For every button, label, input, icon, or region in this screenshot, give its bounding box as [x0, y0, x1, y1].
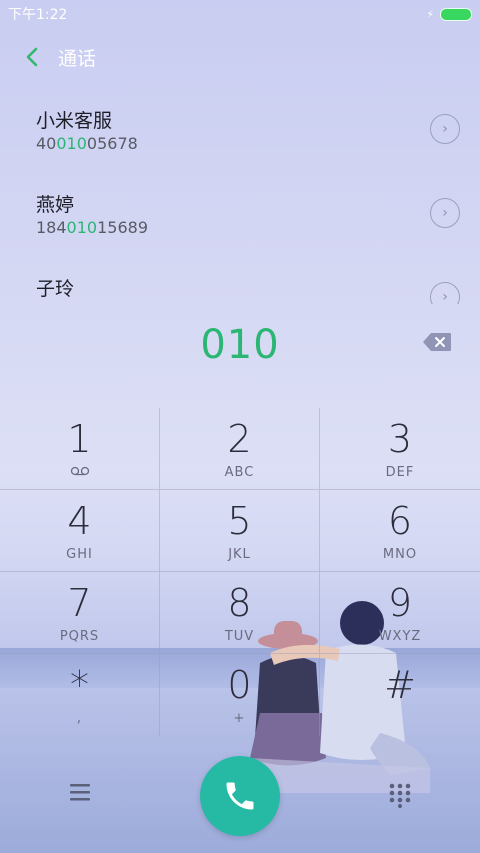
- dial-keypad: 1 2 ABC 3 DEF 4 GHI 5 JKL 6 MNO 7 PQRS 8…: [0, 408, 480, 736]
- contact-name: 子玲: [36, 278, 75, 300]
- contact-number: 4001005678: [36, 134, 138, 153]
- contact-name: 燕婷: [36, 194, 75, 216]
- status-time: 下午1:22: [8, 7, 68, 23]
- contact-number: 18401015689: [36, 218, 148, 237]
- details-chevron-icon[interactable]: ›: [430, 114, 460, 144]
- details-chevron-icon[interactable]: ›: [430, 198, 460, 228]
- key-hash[interactable]: #: [320, 654, 480, 736]
- key-6[interactable]: 6 MNO: [320, 490, 480, 572]
- key-8[interactable]: 8 TUV: [160, 572, 320, 654]
- menu-icon: [70, 784, 90, 801]
- chevron-left-icon: [26, 47, 38, 67]
- battery-icon: [440, 7, 472, 21]
- back-button[interactable]: [10, 35, 54, 79]
- app-header: 通话: [0, 28, 480, 86]
- search-results: 小米客服 4001005678 › 燕婷 18401015689 › 子玲 ›: [0, 86, 480, 304]
- keypad-toggle-button[interactable]: [386, 780, 414, 808]
- contact-name: 小米客服: [36, 110, 113, 132]
- key-5[interactable]: 5 JKL: [160, 490, 320, 572]
- charging-icon: ⚡: [426, 7, 434, 21]
- details-chevron-icon[interactable]: ›: [430, 282, 460, 304]
- dialed-digits: 010: [200, 322, 280, 368]
- key-4[interactable]: 4 GHI: [0, 490, 160, 572]
- dial-input-row: 010: [0, 310, 480, 380]
- key-2[interactable]: 2 ABC: [160, 408, 320, 490]
- result-item[interactable]: 小米客服 4001005678 ›: [0, 86, 480, 170]
- bottom-bar: [0, 736, 480, 853]
- call-button[interactable]: [200, 756, 280, 836]
- result-item[interactable]: 燕婷 18401015689 ›: [0, 170, 480, 254]
- keypad-icon: [389, 783, 411, 808]
- key-0[interactable]: 0 +: [160, 654, 320, 736]
- key-7[interactable]: 7 PQRS: [0, 572, 160, 654]
- voicemail-icon: [70, 465, 90, 479]
- backspace-icon[interactable]: [422, 332, 452, 352]
- key-3[interactable]: 3 DEF: [320, 408, 480, 490]
- page-title: 通话: [58, 47, 97, 70]
- status-bar: 下午1:22 ⚡: [0, 0, 480, 28]
- key-9[interactable]: 9 WXYZ: [320, 572, 480, 654]
- key-1[interactable]: 1: [0, 408, 160, 490]
- phone-icon: [226, 782, 254, 810]
- status-right: ⚡: [426, 7, 472, 21]
- result-item[interactable]: 子玲 ›: [0, 254, 480, 304]
- menu-button[interactable]: [64, 780, 96, 812]
- key-star[interactable]: * ,: [0, 654, 160, 736]
